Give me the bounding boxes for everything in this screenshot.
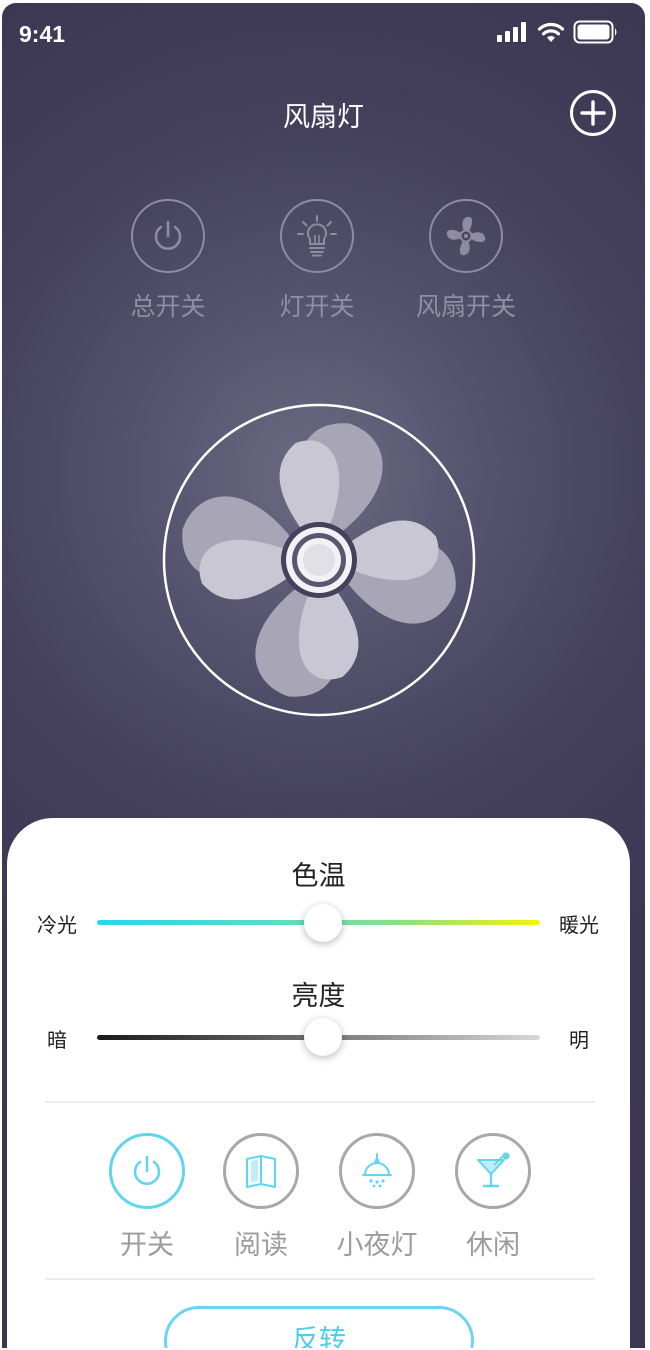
color-temperature-thumb[interactable] xyxy=(303,904,342,942)
fan-blades-icon xyxy=(162,403,476,717)
reverse-button[interactable]: 反转 xyxy=(164,1306,474,1348)
mode-power-ring xyxy=(109,1133,185,1209)
brightness-thumb[interactable] xyxy=(303,1018,342,1056)
fan-icon xyxy=(446,216,486,256)
light-switch-ring xyxy=(280,199,354,273)
page-title: 风扇灯 xyxy=(283,102,364,133)
cocktail-icon xyxy=(477,1152,510,1188)
mode-reading-ring xyxy=(223,1133,299,1209)
mode-leisure[interactable]: 休闲 xyxy=(435,1133,551,1262)
fan-light-screen: 9:41 风扇灯 总开关 灯开关 风扇开关 色温 冷光 暖光 亮度 暗 明 开关… xyxy=(2,3,645,1348)
night-lamp-icon xyxy=(362,1153,392,1188)
master-switch[interactable]: 总开关 xyxy=(93,199,243,323)
add-button[interactable] xyxy=(569,89,617,137)
add-icon xyxy=(570,90,616,136)
mode-power[interactable]: 开关 xyxy=(89,1133,205,1262)
master-switch-ring xyxy=(131,199,205,273)
mode-night-lamp[interactable]: 小夜灯 xyxy=(319,1133,435,1262)
fan-switch-ring xyxy=(429,199,503,273)
fan-switch-label: 风扇开关 xyxy=(415,292,516,321)
dark-label: 暗 xyxy=(47,1028,67,1052)
mode-power-label: 开关 xyxy=(120,1230,174,1261)
mode-reading-label: 阅读 xyxy=(234,1230,288,1261)
status-time: 9:41 xyxy=(19,21,66,47)
divider xyxy=(45,1278,595,1280)
bulb-icon xyxy=(297,215,337,257)
mode-leisure-label: 休闲 xyxy=(466,1230,520,1261)
mode-night-lamp-label: 小夜灯 xyxy=(336,1230,418,1261)
wifi-icon xyxy=(537,22,565,42)
book-icon xyxy=(246,1155,276,1188)
power-icon xyxy=(133,1155,161,1185)
mode-night-lamp-ring xyxy=(339,1133,415,1209)
light-switch-label: 灯开关 xyxy=(279,292,355,321)
control-panel: 色温 冷光 暖光 亮度 暗 明 开关 阅读 小夜灯 休闲 反转 xyxy=(7,818,630,1348)
master-switch-label: 总开关 xyxy=(130,292,206,321)
cold-light-label: 冷光 xyxy=(37,913,77,937)
power-icon xyxy=(154,220,182,250)
brightness-title: 亮度 xyxy=(291,981,346,1012)
fan-switch[interactable]: 风扇开关 xyxy=(391,199,541,323)
divider xyxy=(45,1101,595,1103)
warm-light-label: 暖光 xyxy=(559,913,599,937)
status-icons xyxy=(497,17,619,47)
mode-leisure-ring xyxy=(455,1133,531,1209)
mode-reading[interactable]: 阅读 xyxy=(203,1133,319,1262)
signal-icon xyxy=(497,22,526,42)
color-temperature-title: 色温 xyxy=(291,861,346,892)
fan-display[interactable] xyxy=(162,403,476,717)
light-switch[interactable]: 灯开关 xyxy=(242,199,392,323)
battery-icon xyxy=(573,20,617,44)
bright-label: 明 xyxy=(569,1028,589,1052)
